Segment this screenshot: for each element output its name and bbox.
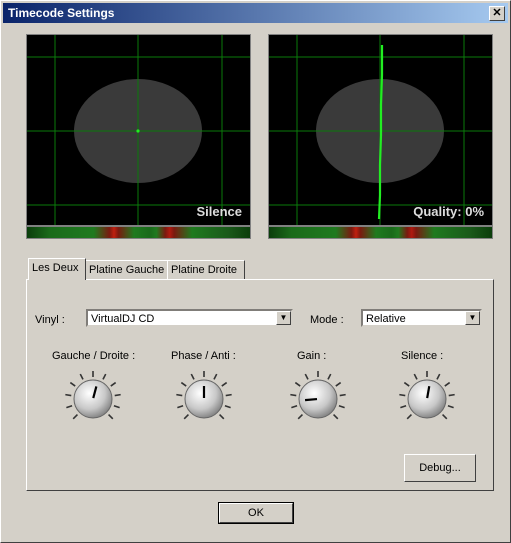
knob-tick <box>304 373 309 380</box>
knob-tick <box>448 393 455 397</box>
right-scope-status: Quality: 0% <box>413 204 484 219</box>
knob-tick <box>221 381 228 387</box>
tab-platine-gauche[interactable]: Platine Gauche <box>85 260 169 280</box>
knob-tick <box>413 373 418 380</box>
left-scope-graphic <box>27 35 250 225</box>
knob-tick <box>399 393 406 397</box>
knob-tick <box>110 381 117 387</box>
close-button[interactable]: ✕ <box>489 6 505 21</box>
knob-tick <box>65 393 72 397</box>
knob-tick <box>335 381 342 387</box>
left-signal-meter <box>26 226 251 239</box>
knob-tick <box>66 405 73 409</box>
knob-tick <box>332 413 339 420</box>
knob-tick <box>400 405 407 409</box>
knob-tick <box>114 393 121 397</box>
knob-tick <box>72 413 79 420</box>
knob-tick <box>218 413 225 420</box>
debug-button[interactable]: Debug... <box>404 454 476 482</box>
right-scope-display: Quality: 0% <box>268 34 493 226</box>
knob-tick <box>338 405 345 409</box>
knob-tick <box>69 381 76 387</box>
knob-tick <box>107 413 114 420</box>
knob-tick <box>297 413 304 420</box>
mode-label: Mode : <box>310 314 344 326</box>
knob-label-silence: Silence : <box>401 350 444 362</box>
knob-gain[interactable] <box>288 369 348 429</box>
tab-platine-droite[interactable]: Platine Droite <box>167 260 245 280</box>
knob-tick <box>113 405 120 409</box>
knob-face <box>73 379 113 419</box>
knob-gauche-droite[interactable] <box>63 369 123 429</box>
knob-label-phase-anti: Phase / Anti : <box>171 350 236 362</box>
right-scope-graphic <box>269 35 492 225</box>
knob-tick <box>294 381 301 387</box>
mode-select-value: Relative <box>366 313 406 325</box>
left-scope-display: Silence <box>26 34 251 226</box>
knob-tick <box>436 373 441 380</box>
tab-les-deux[interactable]: Les Deux <box>28 258 86 280</box>
window-title: Timecode Settings <box>8 6 115 20</box>
left-scope-signal-dot <box>136 129 140 133</box>
timecode-settings-window: Timecode Settings ✕ Silence Quality: 0% … <box>0 0 511 543</box>
knob-tick <box>441 413 448 420</box>
knob-tick <box>176 393 183 397</box>
title-bar[interactable]: Timecode Settings ✕ <box>3 3 508 23</box>
knob-tick <box>213 373 218 380</box>
knob-tick <box>327 373 332 380</box>
knob-face <box>298 379 338 419</box>
chevron-down-icon[interactable]: ▼ <box>465 311 480 325</box>
vinyl-select-value: VirtualDJ CD <box>91 313 155 325</box>
knob-tick <box>180 381 187 387</box>
knob-tick <box>444 381 451 387</box>
knob-tick <box>406 413 413 420</box>
knob-silence[interactable] <box>397 369 457 429</box>
knob-tick <box>403 381 410 387</box>
mode-select[interactable]: Relative ▼ <box>361 309 482 327</box>
knob-face <box>407 379 447 419</box>
knob-tick <box>447 405 454 409</box>
vinyl-label: Vinyl : <box>35 314 65 326</box>
knob-tick <box>183 413 190 420</box>
knob-tick <box>225 393 232 397</box>
chevron-down-icon[interactable]: ▼ <box>276 311 291 325</box>
knob-tick <box>177 405 184 409</box>
left-scope-status: Silence <box>196 204 242 219</box>
knob-tick <box>224 405 231 409</box>
tab-panel: Vinyl : VirtualDJ CD ▼ Mode : Relative ▼… <box>26 279 494 491</box>
knob-tick <box>290 393 297 397</box>
knob-label-gauche-droite: Gauche / Droite : <box>52 350 136 362</box>
knob-label-gain: Gain : <box>297 350 327 362</box>
knob-tick <box>102 373 107 380</box>
knob-phase-anti[interactable] <box>174 369 234 429</box>
knob-tick <box>79 373 84 380</box>
right-signal-meter <box>268 226 493 239</box>
knob-tick <box>291 405 298 409</box>
knob-tick <box>339 393 346 397</box>
ok-button[interactable]: OK <box>218 502 294 524</box>
knob-tick <box>190 373 195 380</box>
knob-face <box>184 379 224 419</box>
vinyl-select[interactable]: VirtualDJ CD ▼ <box>86 309 293 327</box>
knob-pointer <box>304 397 318 402</box>
